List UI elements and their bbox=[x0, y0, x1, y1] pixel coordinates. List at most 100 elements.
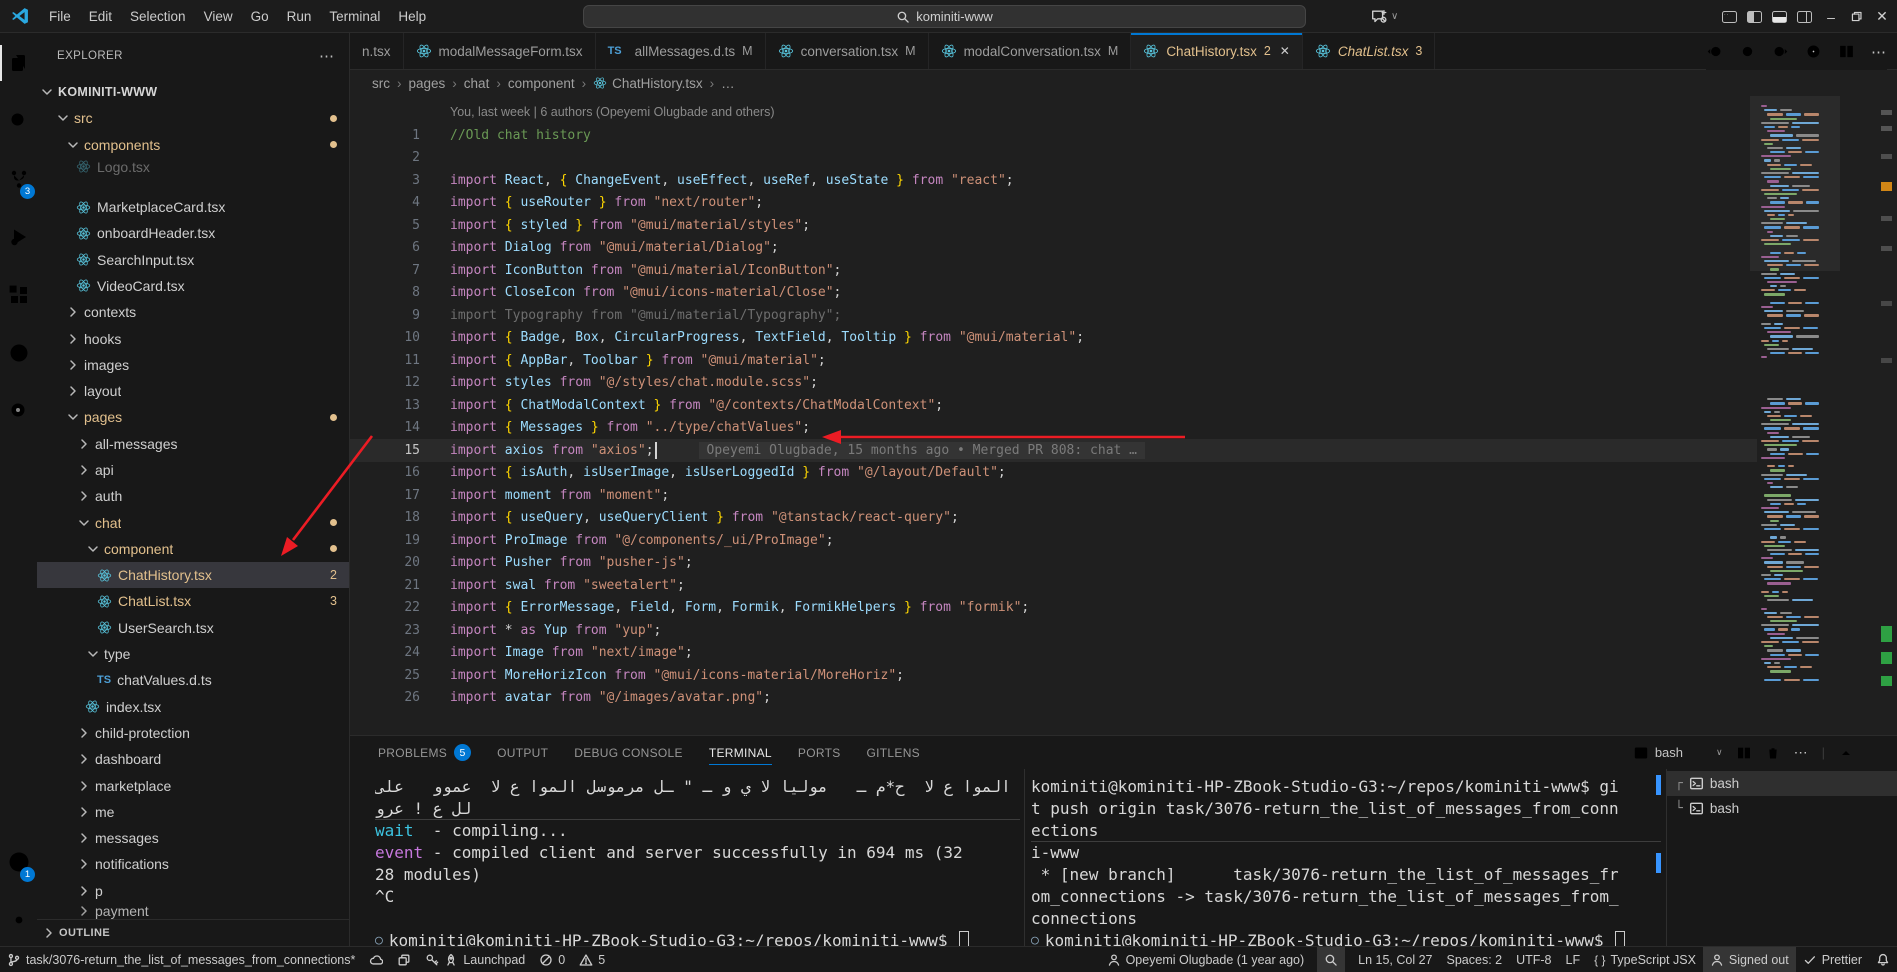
toggle-panel-icon[interactable] bbox=[1772, 11, 1787, 23]
notifications-bell[interactable] bbox=[1869, 947, 1897, 972]
panel-tab-problems[interactable]: PROBLEMS5 bbox=[378, 736, 471, 769]
minimap[interactable] bbox=[1761, 104, 1819, 725]
git-branch-item[interactable]: task/3076-return_the_list_of_messages_fr… bbox=[0, 947, 362, 972]
new-terminal-icon[interactable] bbox=[1696, 745, 1712, 761]
tab-modalMessageForm.tsx[interactable]: modalMessageForm.tsx bbox=[404, 33, 596, 69]
tree-item-src[interactable]: src bbox=[37, 105, 349, 131]
prev-change-icon[interactable] bbox=[1706, 43, 1723, 60]
tab-conversation.tsx[interactable]: conversation.tsxM bbox=[766, 33, 929, 69]
gitlens-compare-item[interactable] bbox=[390, 947, 418, 972]
maximize-panel-icon[interactable] bbox=[1838, 745, 1854, 761]
panel-tab-ports[interactable]: PORTS bbox=[798, 736, 841, 769]
menu-terminal[interactable]: Terminal bbox=[320, 9, 389, 24]
terminal-pane-right[interactable]: kominiti@kominiti-HP-ZBook-Studio-G3:~/r… bbox=[1031, 775, 1661, 946]
activity-accounts[interactable]: 1 bbox=[0, 840, 37, 884]
tree-item-VideoCard.tsx[interactable]: VideoCard.tsx bbox=[37, 273, 349, 299]
tree-item-chatValues.d.ts[interactable]: TSchatValues.d.ts bbox=[37, 667, 349, 693]
panel-tab-gitlens[interactable]: GITLENS bbox=[867, 736, 920, 769]
tree-item-onboardHeader.tsx[interactable]: onboardHeader.tsx bbox=[37, 220, 349, 246]
eol[interactable]: LF bbox=[1559, 947, 1588, 972]
breadcrumb-item-ChatHistory.tsx[interactable]: ChatHistory.tsx bbox=[593, 76, 703, 91]
tree-item-hooks[interactable]: hooks bbox=[37, 325, 349, 351]
language-mode[interactable]: { }TypeScript JSX bbox=[1587, 947, 1703, 972]
zoom-indicator[interactable] bbox=[1317, 947, 1345, 972]
terminal-list-item-bash[interactable]: └bash bbox=[1667, 796, 1897, 821]
tree-item-contexts[interactable]: contexts bbox=[37, 299, 349, 325]
tree-item-child-protection[interactable]: child-protection bbox=[37, 720, 349, 746]
more-actions-icon[interactable]: ⋯ bbox=[1871, 43, 1887, 61]
tree-item-SearchInput.tsx[interactable]: SearchInput.tsx bbox=[37, 246, 349, 272]
split-editor-icon[interactable] bbox=[1838, 43, 1855, 60]
breadcrumb-item-src[interactable]: src bbox=[372, 76, 390, 91]
close-panel-icon[interactable] bbox=[1867, 745, 1883, 761]
breadcrumb-item-pages[interactable]: pages bbox=[409, 76, 446, 91]
kill-terminal-icon[interactable] bbox=[1765, 745, 1781, 761]
next-change-icon[interactable] bbox=[1772, 43, 1789, 60]
tree-item-components[interactable]: components bbox=[37, 132, 349, 158]
tab-ChatHistory.tsx[interactable]: ChatHistory.tsx2✕ bbox=[1131, 33, 1303, 69]
problems-errors[interactable]: 0 bbox=[532, 947, 572, 972]
menu-run[interactable]: Run bbox=[278, 9, 321, 24]
tab-allMessages.d.ts[interactable]: TSallMessages.d.tsM bbox=[596, 33, 766, 69]
tree-item-KOMINITI-WWW[interactable]: KOMINITI-WWW bbox=[37, 79, 349, 105]
tree-item-p[interactable]: p bbox=[37, 878, 349, 904]
command-center-search[interactable]: kominiti-www bbox=[583, 5, 1306, 28]
problems-warnings[interactable]: 5 bbox=[572, 947, 612, 972]
tree-item-component[interactable]: component bbox=[37, 536, 349, 562]
code-editor[interactable]: You, last week | 6 authors (Opeyemi Olug… bbox=[350, 96, 1897, 735]
menu-go[interactable]: Go bbox=[242, 9, 278, 24]
restore-button[interactable] bbox=[1850, 10, 1863, 23]
tree-item-ChatHistory.tsx[interactable]: ChatHistory.tsx2 bbox=[37, 562, 349, 588]
tab-n.tsx[interactable]: n.tsx bbox=[350, 33, 404, 69]
panel-tab-terminal[interactable]: TERMINAL bbox=[709, 736, 772, 769]
tree-item-MarketplaceCard.tsx[interactable]: MarketplaceCard.tsx bbox=[37, 194, 349, 220]
breadcrumb-item-chat[interactable]: chat bbox=[464, 76, 490, 91]
panel-tab-output[interactable]: OUTPUT bbox=[497, 736, 548, 769]
tree-item-notifications[interactable]: notifications bbox=[37, 851, 349, 877]
customize-layout-icon[interactable]: ∙∙ bbox=[1722, 11, 1737, 23]
tab-modalConversation.tsx[interactable]: modalConversation.tsxM bbox=[929, 33, 1132, 69]
activity-gitlens-inspect[interactable] bbox=[0, 389, 37, 433]
tab-ChatList.tsx[interactable]: ChatList.tsx3 bbox=[1303, 33, 1435, 69]
launchpad-item[interactable]: Launchpad bbox=[418, 947, 532, 972]
panel-more-actions-icon[interactable]: ⋯ bbox=[1794, 744, 1809, 761]
breadcrumb-item-…[interactable]: … bbox=[721, 76, 735, 91]
gitlens-signed-out[interactable]: Signed out bbox=[1703, 947, 1796, 972]
tree-item-images[interactable]: images bbox=[37, 352, 349, 378]
terminal-pane-left[interactable]: الموا ع لا ! الموا ع لا ح*م ـ موليا لا ي… bbox=[375, 775, 1020, 946]
toggle-secondary-sidebar-icon[interactable] bbox=[1797, 11, 1812, 23]
indentation[interactable]: Spaces: 2 bbox=[1440, 947, 1510, 972]
activity-search[interactable] bbox=[0, 99, 37, 143]
menu-file[interactable]: File bbox=[40, 9, 80, 24]
menu-help[interactable]: Help bbox=[389, 9, 435, 24]
tree-item-UserSearch.tsx[interactable]: UserSearch.tsx bbox=[37, 615, 349, 641]
sidebar-section-outline[interactable]: OUTLINE bbox=[37, 919, 349, 946]
activity-source-control[interactable]: 3 bbox=[0, 157, 37, 201]
tree-item-type[interactable]: type bbox=[37, 641, 349, 667]
copilot-menu[interactable]: ∨ bbox=[1370, 0, 1398, 33]
tree-item-layout[interactable]: layout bbox=[37, 378, 349, 404]
toggle-sidebar-icon[interactable] bbox=[1747, 11, 1762, 23]
activity-explorer[interactable] bbox=[0, 41, 37, 85]
prettier[interactable]: Prettier bbox=[1796, 947, 1869, 972]
tree-item-ChatList.tsx[interactable]: ChatList.tsx3 bbox=[37, 588, 349, 614]
cursor-position[interactable]: Ln 15, Col 27 bbox=[1351, 947, 1439, 972]
tree-item-index.tsx[interactable]: index.tsx bbox=[37, 694, 349, 720]
activity-gitlens[interactable] bbox=[0, 331, 37, 375]
breadcrumb-item-component[interactable]: component bbox=[508, 76, 575, 91]
close-button[interactable]: ✕ bbox=[1873, 8, 1891, 25]
publish-item[interactable] bbox=[362, 947, 390, 972]
menu-edit[interactable]: Edit bbox=[80, 9, 121, 24]
explorer-more-actions-icon[interactable]: ⋯ bbox=[319, 47, 335, 65]
activity-run-debug[interactable] bbox=[0, 215, 37, 259]
encoding[interactable]: UTF-8 bbox=[1509, 947, 1558, 972]
activity-extensions[interactable] bbox=[0, 273, 37, 317]
tree-item-dashboard[interactable]: dashboard bbox=[37, 746, 349, 772]
blame-item[interactable]: Opeyemi Olugbade (1 year ago) bbox=[1100, 947, 1312, 972]
minimize-button[interactable]: – bbox=[1822, 9, 1840, 25]
split-terminal-icon[interactable] bbox=[1736, 745, 1752, 761]
terminal-list-item-bash[interactable]: ┌bash bbox=[1667, 771, 1897, 796]
tree-item-chat[interactable]: chat bbox=[37, 509, 349, 535]
tree-item-auth[interactable]: auth bbox=[37, 483, 349, 509]
activity-settings[interactable] bbox=[0, 898, 37, 942]
